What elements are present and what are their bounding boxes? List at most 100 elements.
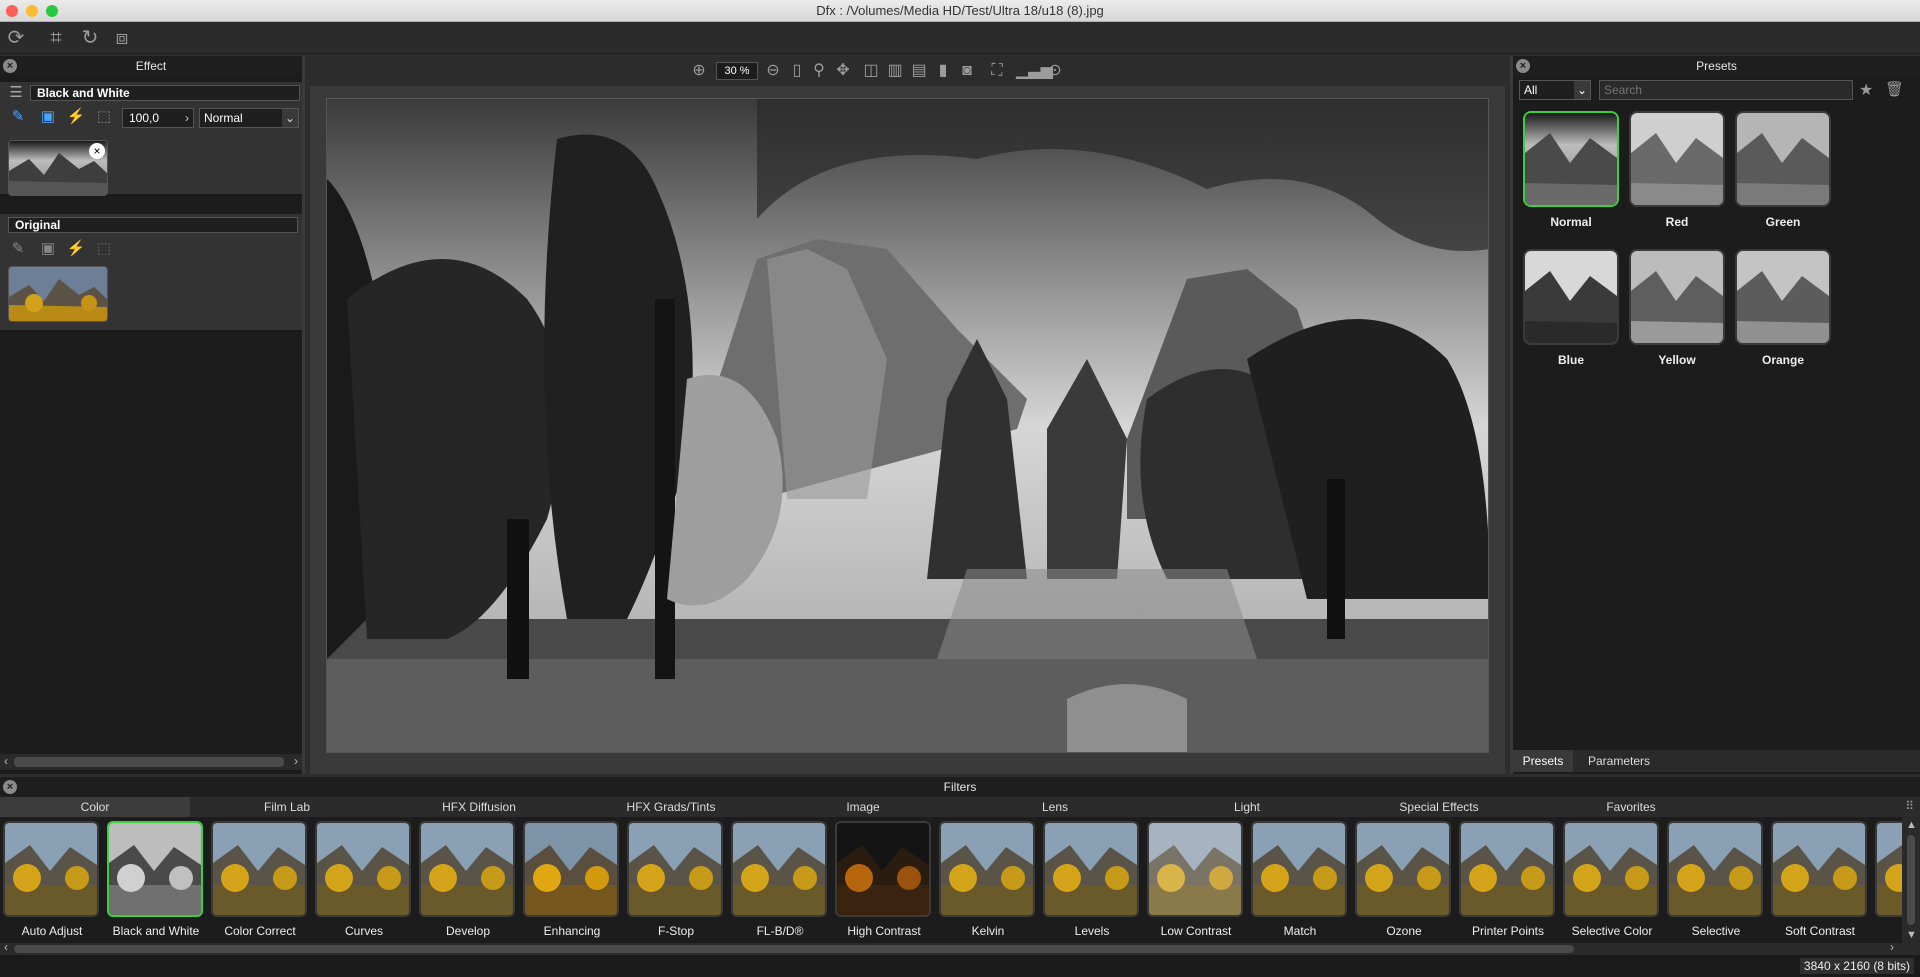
layer-thumbnail-bw[interactable]: × [8, 140, 108, 196]
scroll-left-icon[interactable]: ‹ [4, 940, 8, 954]
lightning-icon[interactable]: ⚡ [66, 108, 86, 126]
category-lens[interactable]: Lens [960, 797, 1150, 817]
blend-mode-select[interactable]: Normal ⌄ [199, 108, 299, 128]
split-vertical-icon[interactable]: ◫ [860, 60, 882, 82]
single-view-icon[interactable]: ▮ [932, 60, 954, 82]
layer-menu-icon[interactable]: ☰ [6, 84, 26, 102]
zoom-in-icon[interactable]: ⊕ [688, 60, 710, 82]
filter-ozone[interactable]: Ozone [1352, 819, 1456, 939]
scroll-left-icon[interactable]: ‹ [4, 754, 8, 768]
split-side-icon[interactable]: ▥ [884, 60, 906, 82]
filter-low-contrast[interactable]: Low Contrast [1144, 819, 1248, 939]
scrollbar-thumb[interactable] [1907, 835, 1915, 925]
close-effect-panel-icon[interactable]: × [3, 59, 17, 73]
preset-red[interactable]: Red [1629, 111, 1725, 229]
filter-enhancing[interactable]: Enhancing [520, 819, 624, 939]
brush-mask-icon[interactable]: ✎ [8, 108, 28, 126]
zoom-window-button[interactable] [46, 5, 58, 17]
histogram-icon[interactable]: ▁▃▅ [1016, 60, 1053, 82]
filter-kelvin[interactable]: Kelvin [936, 819, 1040, 939]
preset-green[interactable]: Green [1735, 111, 1831, 229]
filter-black-and-white[interactable]: Black and White [104, 819, 208, 939]
filter-thumbnail [315, 821, 411, 917]
refresh-icon[interactable]: ⟳ [4, 26, 28, 50]
filter-strip-horizontal-scrollbar[interactable]: ‹ › [0, 940, 1920, 955]
scrollbar-thumb[interactable] [14, 945, 1574, 953]
preset-category-select[interactable]: All ⌄ [1519, 80, 1591, 100]
layer-thumbnail-original[interactable] [8, 266, 108, 322]
main-image[interactable] [326, 98, 1489, 753]
loupe-icon[interactable]: ⊙ [1044, 60, 1066, 82]
scroll-down-icon[interactable]: ▼ [1906, 929, 1917, 941]
trash-icon[interactable]: 🗑 [1885, 80, 1904, 98]
chevron-down-icon[interactable]: ⌄ [1574, 81, 1590, 99]
filter-auto-adjust[interactable]: Auto Adjust [0, 819, 104, 939]
chevron-right-icon[interactable]: › [185, 109, 189, 127]
filter-thumbnail [3, 821, 99, 917]
scrollbar-thumb[interactable] [14, 757, 284, 767]
close-filters-panel-icon[interactable]: × [3, 780, 17, 794]
grid-view-icon[interactable]: ⠿ [1905, 799, 1914, 813]
layer-name[interactable]: Black and White [30, 85, 300, 101]
magnifier-icon[interactable]: ⚲ [808, 60, 830, 82]
preset-search-input[interactable] [1599, 80, 1853, 100]
filter-f-stop[interactable]: F-Stop [624, 819, 728, 939]
category-light[interactable]: Light [1152, 797, 1342, 817]
category-special-effects[interactable]: Special Effects [1344, 797, 1534, 817]
minimize-window-button[interactable] [26, 5, 38, 17]
preset-blue[interactable]: Blue [1523, 249, 1619, 367]
layer-black-and-white[interactable]: ☰ Black and White ✎ ▣ ⚡ ⬚ 100,0 › Normal… [0, 82, 302, 196]
filter-partial[interactable] [1872, 819, 1902, 939]
category-favorites[interactable]: Favorites [1536, 797, 1726, 817]
filter-fl-b-d[interactable]: FL-B/D® [728, 819, 832, 939]
frame-icon[interactable]: ⬚ [94, 108, 114, 126]
filter-label: Low Contrast [1160, 924, 1232, 938]
fit-frame-icon[interactable]: ⧈ [110, 26, 134, 50]
camera-icon[interactable]: ◙ [956, 60, 978, 82]
scroll-right-icon[interactable]: › [294, 754, 298, 768]
category-film-lab[interactable]: Film Lab [192, 797, 382, 817]
scroll-right-icon[interactable]: › [1890, 940, 1894, 954]
pan-icon[interactable]: ✥ [832, 60, 854, 82]
filter-develop[interactable]: Develop [416, 819, 520, 939]
filter-strip-vertical-scrollbar[interactable]: ▲ ▼ [1902, 817, 1920, 943]
preset-normal[interactable]: Normal [1523, 111, 1619, 229]
category-hfx-grads-tints[interactable]: HFX Grads/Tints [576, 797, 766, 817]
category-image[interactable]: Image [768, 797, 958, 817]
category-color[interactable]: Color [0, 797, 190, 817]
scroll-up-icon[interactable]: ▲ [1906, 819, 1917, 831]
filter-selective-color[interactable]: Selective Color [1560, 819, 1664, 939]
crop-icon[interactable]: ⌗ [44, 26, 68, 50]
layer-name[interactable]: Original [8, 217, 298, 233]
filter-thumbnail [211, 821, 307, 917]
preset-orange[interactable]: Orange [1735, 249, 1831, 367]
zoom-level-field[interactable]: 30 % [716, 62, 758, 80]
tab-presets[interactable]: Presets [1513, 750, 1573, 772]
category-hfx-diffusion[interactable]: HFX Diffusion [384, 797, 574, 817]
opacity-field[interactable]: 100,0 › [122, 108, 194, 128]
preset-yellow[interactable]: Yellow [1629, 249, 1725, 367]
filter-curves[interactable]: Curves [312, 819, 416, 939]
split-horizontal-icon[interactable]: ▤ [908, 60, 930, 82]
layer-original[interactable]: Original ✎ ▣ ⚡ ⬚ [0, 214, 302, 332]
zoom-out-icon[interactable]: ⊖ [762, 60, 784, 82]
tab-parameters[interactable]: Parameters [1577, 750, 1661, 772]
star-icon[interactable]: ★ [1859, 80, 1873, 100]
filter-high-contrast[interactable]: High Contrast [832, 819, 936, 939]
filter-levels[interactable]: Levels [1040, 819, 1144, 939]
fit-height-icon[interactable]: ▯ [786, 60, 808, 82]
effect-panel-scrollbar[interactable]: ‹ › [0, 754, 302, 770]
rotate-icon[interactable]: ↻ [78, 26, 102, 50]
chevron-down-icon[interactable]: ⌄ [282, 109, 298, 127]
preset-thumbnail [1735, 249, 1831, 345]
filter-selective[interactable]: Selective [1664, 819, 1768, 939]
filter-match[interactable]: Match [1248, 819, 1352, 939]
close-window-button[interactable] [6, 5, 18, 17]
display-icon[interactable]: ▣ [38, 108, 58, 126]
fullscreen-icon[interactable]: ⛶ [986, 60, 1008, 82]
close-presets-panel-icon[interactable]: × [1516, 59, 1530, 73]
filter-soft-contrast[interactable]: Soft Contrast [1768, 819, 1872, 939]
filter-printer-points[interactable]: Printer Points [1456, 819, 1560, 939]
remove-layer-icon[interactable]: × [89, 143, 105, 159]
filter-color-correct[interactable]: Color Correct [208, 819, 312, 939]
